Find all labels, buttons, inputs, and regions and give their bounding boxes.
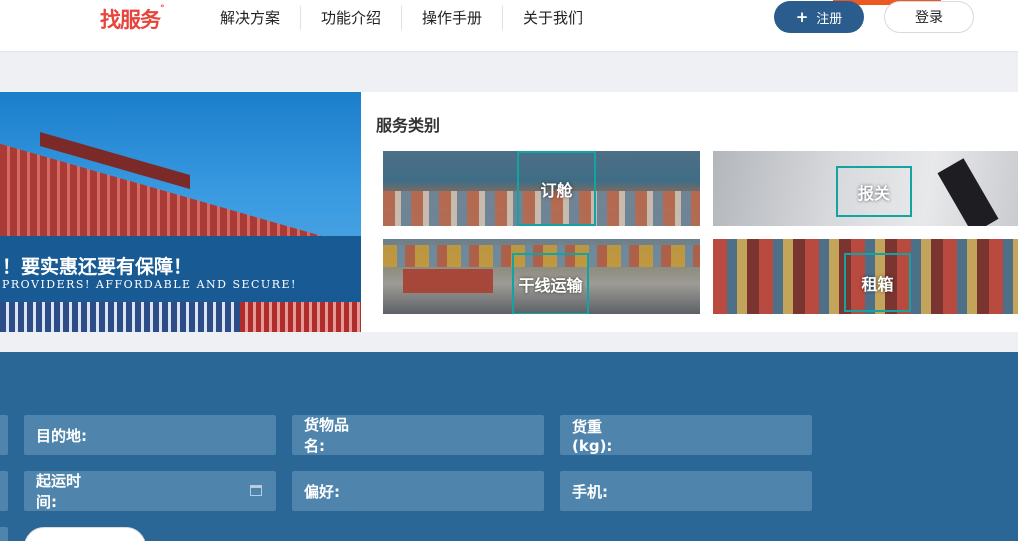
banner-headline-cn: ！要实惠还要有保障！ (2, 256, 193, 278)
main-nav: 解决方案 功能介绍 操作手册 关于我们 (200, 6, 603, 30)
service-label-trunk-transport: 干线运输 (512, 253, 589, 314)
hero-banner[interactable]: ！要实惠还要有保障！ PROVIDERS! AFFORDABLE AND SEC… (0, 92, 361, 332)
quote-form: 目的地: 货物品名: 货重(kg): 起运时间: 偏好: 手机: (0, 352, 1018, 541)
destination-field[interactable]: 目的地: (24, 415, 276, 455)
banner-headline-en: PROVIDERS! AFFORDABLE AND SECURE! (2, 278, 297, 291)
cargo-name-field[interactable]: 货物品名: (292, 415, 544, 455)
departure-time-field[interactable]: 起运时间: (24, 471, 276, 511)
phone-field[interactable]: 手机: (560, 471, 812, 511)
site-logo[interactable]: 找服务° (100, 4, 164, 34)
weight-field[interactable]: 货重(kg): (560, 415, 812, 455)
top-header: 找服务° 解决方案 功能介绍 操作手册 关于我们 + 注册 登录 (0, 0, 1018, 52)
nav-item-about[interactable]: 关于我们 (502, 6, 603, 30)
destination-label: 目的地: (36, 426, 87, 445)
preference-label: 偏好: (304, 482, 340, 501)
left-field-row3[interactable] (0, 527, 8, 541)
left-field-row2[interactable] (0, 471, 8, 511)
cargo-name-input[interactable] (363, 415, 544, 455)
departure-time-input[interactable] (95, 471, 276, 511)
nav-item-features[interactable]: 功能介绍 (300, 6, 401, 30)
service-label-container-rental: 租箱 (844, 253, 911, 312)
service-card-trunk-transport[interactable]: 干线运输 (383, 239, 700, 314)
submit-button[interactable] (24, 527, 146, 541)
register-button[interactable]: + 注册 (774, 1, 864, 33)
destination-input[interactable] (87, 415, 276, 455)
card-image-officer (937, 158, 999, 226)
cargo-name-label: 货物品名: (304, 416, 350, 455)
preference-input[interactable] (340, 471, 544, 511)
calendar-icon[interactable] (250, 485, 262, 496)
origin-field[interactable] (0, 415, 8, 455)
nav-item-manual[interactable]: 操作手册 (401, 6, 502, 30)
departure-time-label: 起运时间: (36, 472, 82, 511)
register-label: 注册 (816, 11, 843, 27)
service-label-customs: 报关 (836, 166, 912, 217)
phone-input[interactable] (608, 471, 812, 511)
service-label-booking: 订舱 (517, 151, 596, 226)
service-card-customs[interactable]: 报关 (713, 151, 1018, 226)
weight-label: 货重(kg): (572, 417, 613, 455)
card-image-truck (403, 269, 493, 293)
logo-text: 找服务 (100, 8, 161, 32)
preference-field[interactable]: 偏好: (292, 471, 544, 511)
logo-mark: ° (160, 4, 164, 14)
service-categories: 服务类别 订舱 报关 干线运输 租箱 (361, 92, 1018, 332)
service-card-booking[interactable]: 订舱 (383, 151, 700, 226)
phone-label: 手机: (572, 482, 608, 501)
login-label: 登录 (915, 10, 943, 26)
service-card-container-rental[interactable]: 租箱 (713, 239, 1018, 314)
login-button[interactable]: 登录 (884, 1, 974, 33)
services-title: 服务类别 (376, 116, 441, 135)
plus-icon: + (795, 8, 809, 26)
nav-item-solutions[interactable]: 解决方案 (200, 6, 300, 30)
weight-input[interactable] (631, 415, 812, 455)
